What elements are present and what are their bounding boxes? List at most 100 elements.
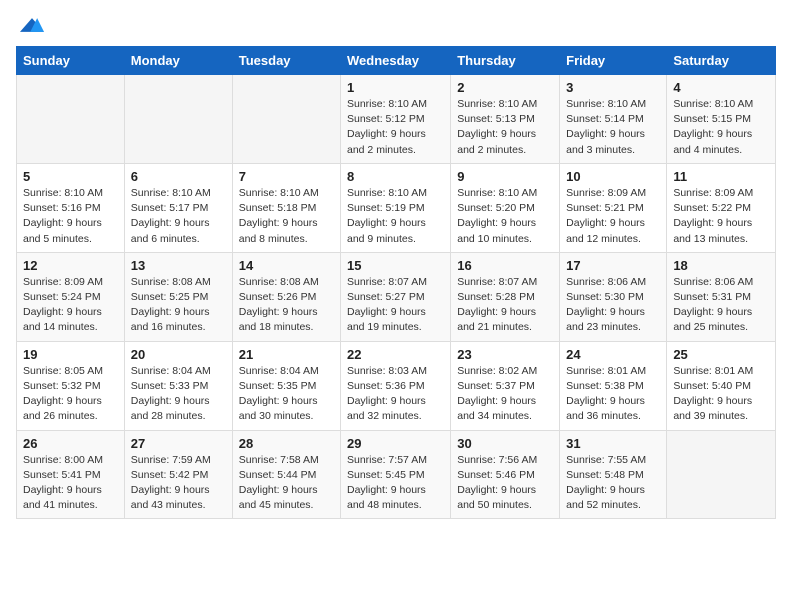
day-number: 29 <box>347 436 444 451</box>
day-info: Sunrise: 8:09 AMSunset: 5:24 PMDaylight:… <box>23 275 118 336</box>
day-number: 24 <box>566 347 660 362</box>
day-number: 16 <box>457 258 553 273</box>
calendar-cell: 12Sunrise: 8:09 AMSunset: 5:24 PMDayligh… <box>17 252 125 341</box>
day-number: 8 <box>347 169 444 184</box>
calendar-cell: 9 Sunrise: 8:10 AMSunset: 5:20 PMDaylight… <box>451 163 560 252</box>
day-number: 25 <box>673 347 769 362</box>
day-info: Sunrise: 8:10 AMSunset: 5:17 PMDaylight:… <box>131 186 226 247</box>
calendar-table: SundayMondayTuesdayWednesdayThursdayFrid… <box>16 46 776 519</box>
calendar-cell: 10Sunrise: 8:09 AMSunset: 5:21 PMDayligh… <box>560 163 667 252</box>
day-number: 3 <box>566 80 660 95</box>
day-info: Sunrise: 7:58 AMSunset: 5:44 PMDaylight:… <box>239 453 334 514</box>
calendar-cell: 29 Sunrise: 7:57 AMSunset: 5:45 PMDayligh… <box>341 430 451 519</box>
calendar-cell <box>17 75 125 164</box>
day-info: Sunrise: 8:07 AMSunset: 5:28 PMDaylight:… <box>457 275 553 336</box>
calendar-cell: 4 Sunrise: 8:10 AMSunset: 5:15 PMDaylight… <box>667 75 776 164</box>
calendar-cell: 24 Sunrise: 8:01 AMSunset: 5:38 PMDayligh… <box>560 341 667 430</box>
calendar-cell: 22 Sunrise: 8:03 AMSunset: 5:36 PMDayligh… <box>341 341 451 430</box>
week-row-3: 12Sunrise: 8:09 AMSunset: 5:24 PMDayligh… <box>17 252 776 341</box>
day-info: Sunrise: 8:06 AMSunset: 5:30 PMDaylight:… <box>566 275 660 336</box>
day-number: 13 <box>131 258 226 273</box>
calendar-cell: 15 Sunrise: 8:07 AMSunset: 5:27 PMDayligh… <box>341 252 451 341</box>
calendar-cell: 11 Sunrise: 8:09 AMSunset: 5:22 PMDayligh… <box>667 163 776 252</box>
calendar-cell: 13 Sunrise: 8:08 AMSunset: 5:25 PMDayligh… <box>124 252 232 341</box>
weekday-header-monday: Monday <box>124 47 232 75</box>
calendar-cell: 7 Sunrise: 8:10 AMSunset: 5:18 PMDaylight… <box>232 163 340 252</box>
logo-icon <box>20 16 44 34</box>
day-info: Sunrise: 8:04 AMSunset: 5:33 PMDaylight:… <box>131 364 226 425</box>
day-number: 6 <box>131 169 226 184</box>
day-info: Sunrise: 8:01 AMSunset: 5:40 PMDaylight:… <box>673 364 769 425</box>
calendar-cell: 20 Sunrise: 8:04 AMSunset: 5:33 PMDayligh… <box>124 341 232 430</box>
day-info: Sunrise: 7:56 AMSunset: 5:46 PMDaylight:… <box>457 453 553 514</box>
day-info: Sunrise: 8:02 AMSunset: 5:37 PMDaylight:… <box>457 364 553 425</box>
day-info: Sunrise: 8:08 AMSunset: 5:26 PMDaylight:… <box>239 275 334 336</box>
calendar-cell: 16 Sunrise: 8:07 AMSunset: 5:28 PMDayligh… <box>451 252 560 341</box>
day-number: 18 <box>673 258 769 273</box>
calendar-cell: 25 Sunrise: 8:01 AMSunset: 5:40 PMDayligh… <box>667 341 776 430</box>
page-header <box>16 16 776 34</box>
day-number: 1 <box>347 80 444 95</box>
day-number: 11 <box>673 169 769 184</box>
calendar-cell: 19Sunrise: 8:05 AMSunset: 5:32 PMDayligh… <box>17 341 125 430</box>
day-number: 31 <box>566 436 660 451</box>
day-info: Sunrise: 7:59 AMSunset: 5:42 PMDaylight:… <box>131 453 226 514</box>
day-info: Sunrise: 8:07 AMSunset: 5:27 PMDaylight:… <box>347 275 444 336</box>
logo <box>16 16 44 34</box>
day-info: Sunrise: 8:08 AMSunset: 5:25 PMDaylight:… <box>131 275 226 336</box>
day-info: Sunrise: 7:57 AMSunset: 5:45 PMDaylight:… <box>347 453 444 514</box>
day-info: Sunrise: 8:00 AMSunset: 5:41 PMDaylight:… <box>23 453 118 514</box>
day-number: 4 <box>673 80 769 95</box>
day-info: Sunrise: 8:06 AMSunset: 5:31 PMDaylight:… <box>673 275 769 336</box>
calendar-cell <box>232 75 340 164</box>
weekday-header-wednesday: Wednesday <box>341 47 451 75</box>
weekday-header-row: SundayMondayTuesdayWednesdayThursdayFrid… <box>17 47 776 75</box>
week-row-1: 1 Sunrise: 8:10 AMSunset: 5:12 PMDaylight… <box>17 75 776 164</box>
week-row-5: 26 Sunrise: 8:00 AMSunset: 5:41 PMDayligh… <box>17 430 776 519</box>
week-row-2: 5Sunrise: 8:10 AMSunset: 5:16 PMDaylight… <box>17 163 776 252</box>
day-info: Sunrise: 8:10 AMSunset: 5:15 PMDaylight:… <box>673 97 769 158</box>
day-number: 9 <box>457 169 553 184</box>
calendar-cell: 2Sunrise: 8:10 AMSunset: 5:13 PMDaylight… <box>451 75 560 164</box>
calendar-cell: 1 Sunrise: 8:10 AMSunset: 5:12 PMDaylight… <box>341 75 451 164</box>
day-info: Sunrise: 8:03 AMSunset: 5:36 PMDaylight:… <box>347 364 444 425</box>
day-number: 26 <box>23 436 118 451</box>
day-info: Sunrise: 8:10 AMSunset: 5:18 PMDaylight:… <box>239 186 334 247</box>
day-info: Sunrise: 8:09 AMSunset: 5:22 PMDaylight:… <box>673 186 769 247</box>
day-number: 30 <box>457 436 553 451</box>
calendar-cell: 27Sunrise: 7:59 AMSunset: 5:42 PMDayligh… <box>124 430 232 519</box>
weekday-header-friday: Friday <box>560 47 667 75</box>
day-number: 22 <box>347 347 444 362</box>
calendar-cell: 31 Sunrise: 7:55 AMSunset: 5:48 PMDayligh… <box>560 430 667 519</box>
day-number: 20 <box>131 347 226 362</box>
calendar-cell: 14 Sunrise: 8:08 AMSunset: 5:26 PMDayligh… <box>232 252 340 341</box>
day-number: 7 <box>239 169 334 184</box>
day-number: 10 <box>566 169 660 184</box>
day-info: Sunrise: 8:01 AMSunset: 5:38 PMDaylight:… <box>566 364 660 425</box>
calendar-cell: 8 Sunrise: 8:10 AMSunset: 5:19 PMDaylight… <box>341 163 451 252</box>
calendar-cell: 28Sunrise: 7:58 AMSunset: 5:44 PMDayligh… <box>232 430 340 519</box>
day-info: Sunrise: 7:55 AMSunset: 5:48 PMDaylight:… <box>566 453 660 514</box>
day-number: 14 <box>239 258 334 273</box>
day-number: 5 <box>23 169 118 184</box>
weekday-header-saturday: Saturday <box>667 47 776 75</box>
weekday-header-tuesday: Tuesday <box>232 47 340 75</box>
calendar-cell: 3 Sunrise: 8:10 AMSunset: 5:14 PMDaylight… <box>560 75 667 164</box>
calendar-cell <box>124 75 232 164</box>
day-number: 2 <box>457 80 553 95</box>
weekday-header-thursday: Thursday <box>451 47 560 75</box>
calendar-cell: 18 Sunrise: 8:06 AMSunset: 5:31 PMDayligh… <box>667 252 776 341</box>
day-number: 23 <box>457 347 553 362</box>
calendar-cell: 30 Sunrise: 7:56 AMSunset: 5:46 PMDayligh… <box>451 430 560 519</box>
day-info: Sunrise: 8:05 AMSunset: 5:32 PMDaylight:… <box>23 364 118 425</box>
calendar-cell: 6 Sunrise: 8:10 AMSunset: 5:17 PMDaylight… <box>124 163 232 252</box>
calendar-cell: 23 Sunrise: 8:02 AMSunset: 5:37 PMDayligh… <box>451 341 560 430</box>
day-info: Sunrise: 8:10 AMSunset: 5:14 PMDaylight:… <box>566 97 660 158</box>
day-info: Sunrise: 8:10 AMSunset: 5:20 PMDaylight:… <box>457 186 553 247</box>
day-info: Sunrise: 8:10 AMSunset: 5:12 PMDaylight:… <box>347 97 444 158</box>
day-number: 15 <box>347 258 444 273</box>
calendar-cell <box>667 430 776 519</box>
day-number: 21 <box>239 347 334 362</box>
day-info: Sunrise: 8:10 AMSunset: 5:19 PMDaylight:… <box>347 186 444 247</box>
day-number: 17 <box>566 258 660 273</box>
